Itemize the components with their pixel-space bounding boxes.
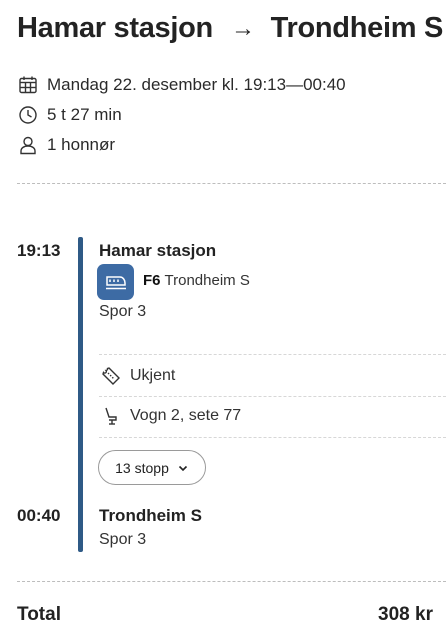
route-line <box>78 237 83 552</box>
ticket-status: Ukjent <box>130 367 176 384</box>
ticket-row: Ukjent <box>101 366 175 386</box>
from-station: Hamar stasjon <box>17 12 213 44</box>
arrival-station: Trondheim S <box>99 506 202 525</box>
divider <box>99 354 446 355</box>
seat-icon <box>105 407 117 425</box>
train-badge <box>97 264 134 300</box>
departure-station: Hamar stasjon <box>99 241 217 260</box>
person-icon <box>20 136 36 155</box>
date-row: Mandag 22. desember kl. 19:13—00:40 <box>18 75 346 95</box>
divider <box>99 396 446 397</box>
ticket-icon <box>102 367 120 385</box>
divider <box>17 183 446 184</box>
divider <box>99 437 446 438</box>
chevron-down-icon <box>178 465 187 471</box>
arrow-right-icon: → <box>230 14 255 42</box>
show-stops-button[interactable]: 13 stopp <box>98 450 206 485</box>
divider <box>17 581 446 582</box>
departure-track: Spor 3 <box>99 303 147 320</box>
total-label: Total <box>17 604 61 625</box>
trip-duration: 5 t 27 min <box>47 105 122 124</box>
seat-info: Vogn 2, sete 77 <box>130 407 242 424</box>
trip-date-time: Mandag 22. desember kl. 19:13—00:40 <box>47 75 346 94</box>
stops-button-label: 13 stopp <box>115 459 169 476</box>
train-icon <box>105 276 126 290</box>
duration-row: 5 t 27 min <box>18 105 122 125</box>
arrival-time: 00:40 <box>17 506 61 525</box>
departure-time: 19:13 <box>17 241 61 260</box>
arrival-track: Spor 3 <box>99 531 147 548</box>
route-destination: Trondheim S <box>164 272 250 289</box>
trip-passengers: 1 honnør <box>47 135 116 154</box>
route-info: F6 Trondheim S <box>143 272 250 289</box>
calendar-icon <box>19 76 37 94</box>
passengers-row: 1 honnør <box>18 135 115 155</box>
line-number: F6 <box>143 272 161 289</box>
total-price: 308 kr <box>378 604 433 625</box>
clock-icon <box>19 106 37 124</box>
to-station: Trondheim S <box>270 12 444 44</box>
seat-row: Vogn 2, sete 77 <box>101 406 241 426</box>
page-title: Hamar stasjon → Trondheim S <box>17 12 443 45</box>
